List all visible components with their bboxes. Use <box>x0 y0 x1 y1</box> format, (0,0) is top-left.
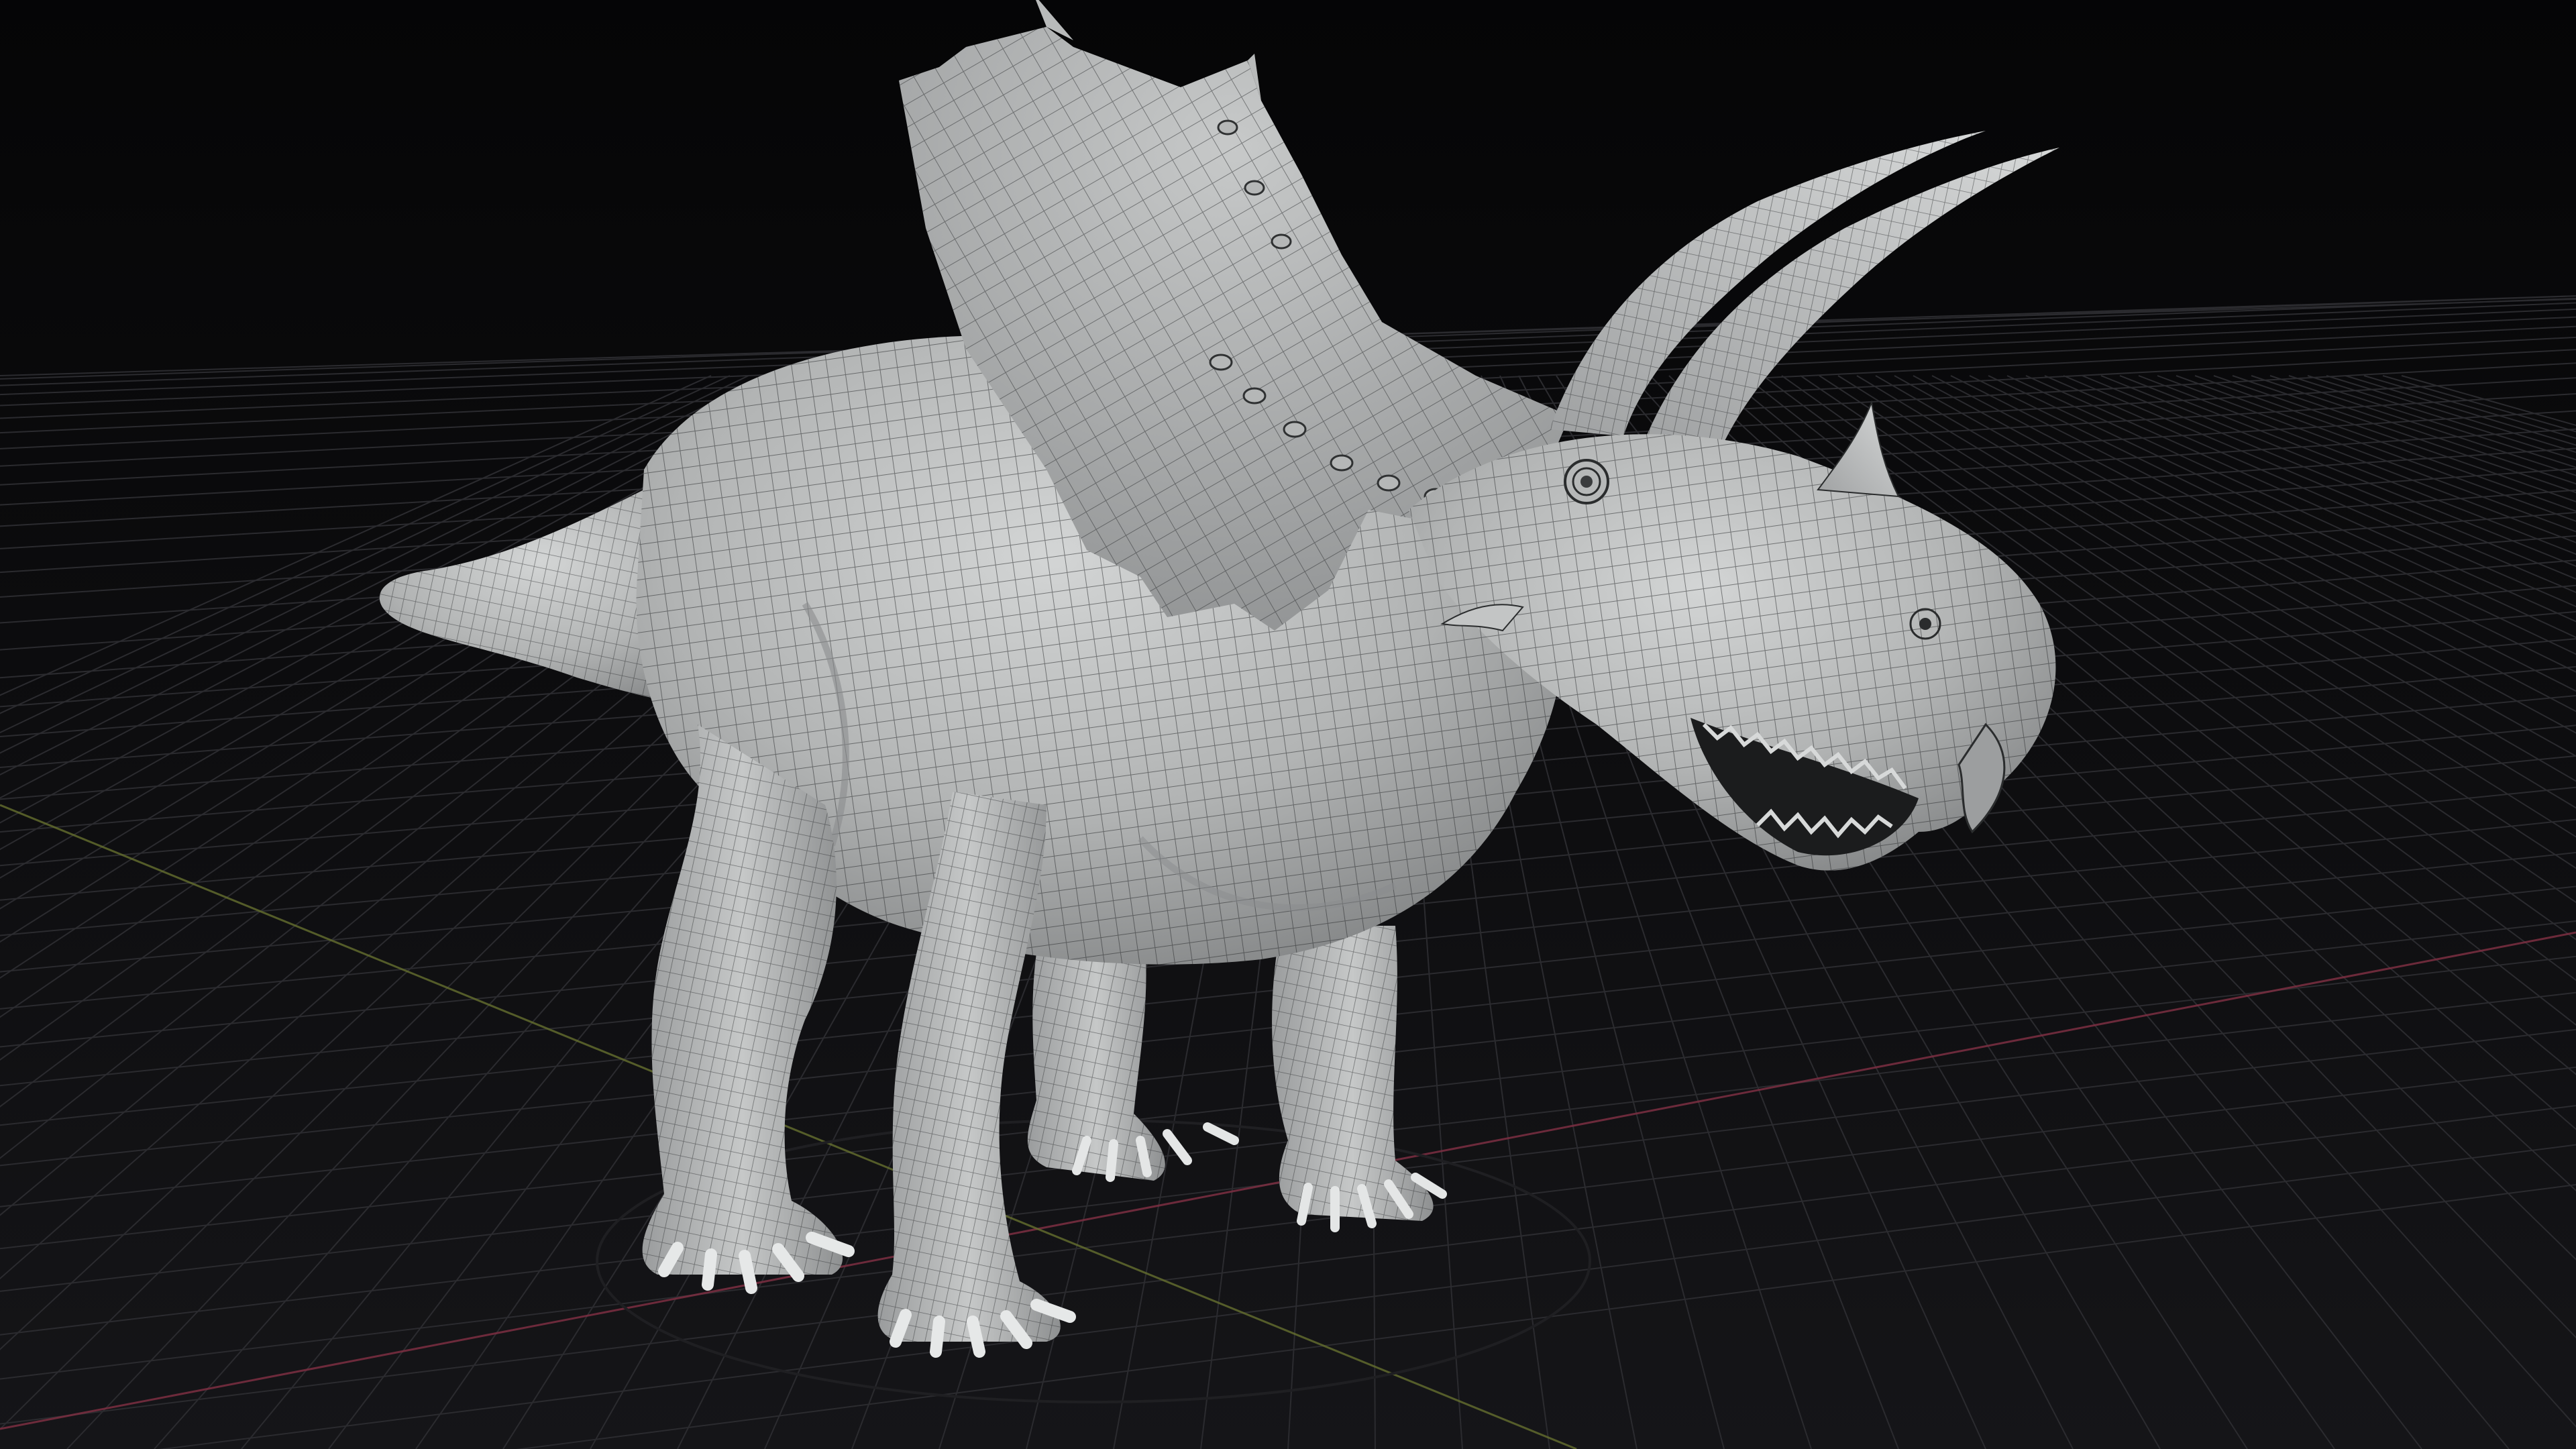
3d-viewport[interactable] <box>0 0 2576 1449</box>
eye <box>1564 459 1609 504</box>
viewport-canvas[interactable] <box>0 0 2576 1449</box>
